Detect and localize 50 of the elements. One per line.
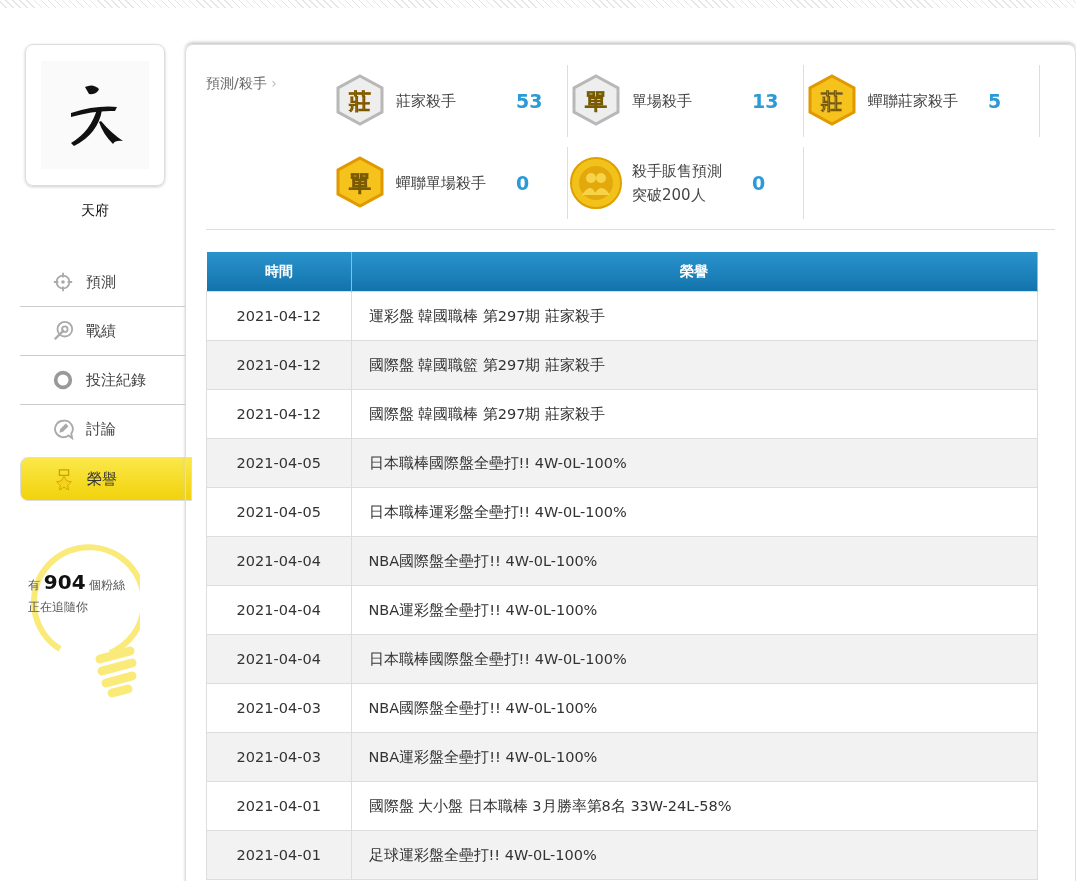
badge-count: 5 [988,90,1003,112]
table-cell: 2021-04-04 [206,634,351,684]
table-cell: 2021-04-03 [206,732,351,782]
coin-medal-icon [568,155,624,211]
nav-item[interactable]: 榮譽 [20,457,192,501]
profile-name: 天府 [80,202,110,220]
pencil-icon [52,418,74,440]
table-cell: 運彩盤 韓國職棒 第297期 莊家殺手 [351,291,1038,341]
badge-label: 單場殺手 [632,91,693,112]
nav-item[interactable]: 討論 [20,405,185,453]
table-cell: NBA國際盤全壘打!! 4W-0L-100% [351,683,1038,733]
follower-count-text: 有 904 個粉絲正在追隨你 [28,571,127,616]
table-cell: NBA運彩盤全壘打!! 4W-0L-100% [351,732,1038,782]
table-cell: 日本職棒運彩盤全壘打!! 4W-0L-100% [351,487,1038,537]
nav-item[interactable]: 戰績 [20,307,185,356]
column-header: 時間 [206,252,351,292]
table-cell: NBA運彩盤全壘打!! 4W-0L-100% [351,585,1038,635]
table-cell: 2021-04-12 [206,389,351,439]
table-cell: 2021-04-03 [206,683,351,733]
nav-item[interactable]: 預測 [20,258,185,307]
table-cell: 2021-04-05 [206,438,351,488]
table-cell: 國際盤 韓國職棒 第297期 莊家殺手 [351,389,1038,439]
target-icon [52,271,74,293]
medal-icon [53,468,75,490]
table-cell: 日本職棒國際盤全壘打!! 4W-0L-100% [351,438,1038,488]
table-cell: 足球運彩盤全壘打!! 4W-0L-100% [351,830,1038,880]
table-cell: 2021-04-01 [206,830,351,880]
table-cell: 國際盤 韓國職籃 第297期 莊家殺手 [351,340,1038,390]
badge-count: 0 [752,172,767,194]
badge-count: 0 [516,172,531,194]
table-cell: 日本職棒國際盤全壘打!! 4W-0L-100% [351,634,1038,684]
table-cell: 2021-04-04 [206,585,351,635]
dart-icon [52,320,74,342]
badge-label: 蟬聯莊家殺手 [868,91,959,112]
badge-count: 13 [752,90,780,112]
badge-label: 殺手販售預測突破200人 [632,161,723,206]
badge-label: 蟬聯單場殺手 [396,173,487,194]
table-cell: 2021-04-12 [206,291,351,341]
badge-label: 莊家殺手 [396,91,457,112]
table-cell: 2021-04-01 [206,781,351,831]
table-cell: 2021-04-12 [206,340,351,390]
table-cell: 國際盤 大小盤 日本職棒 3月勝率第8名 33W-24L-58% [351,781,1038,831]
table-cell: 2021-04-05 [206,487,351,537]
badge-count: 53 [516,90,544,112]
table-cell: 2021-04-04 [206,536,351,586]
column-header: 榮譽 [351,252,1038,292]
breadcrumb-link[interactable]: 預測/殺手 › [206,65,332,219]
table-cell: NBA國際盤全壘打!! 4W-0L-100% [351,536,1038,586]
ring-icon [52,369,74,391]
nav-item[interactable]: 投注紀錄 [20,356,185,405]
